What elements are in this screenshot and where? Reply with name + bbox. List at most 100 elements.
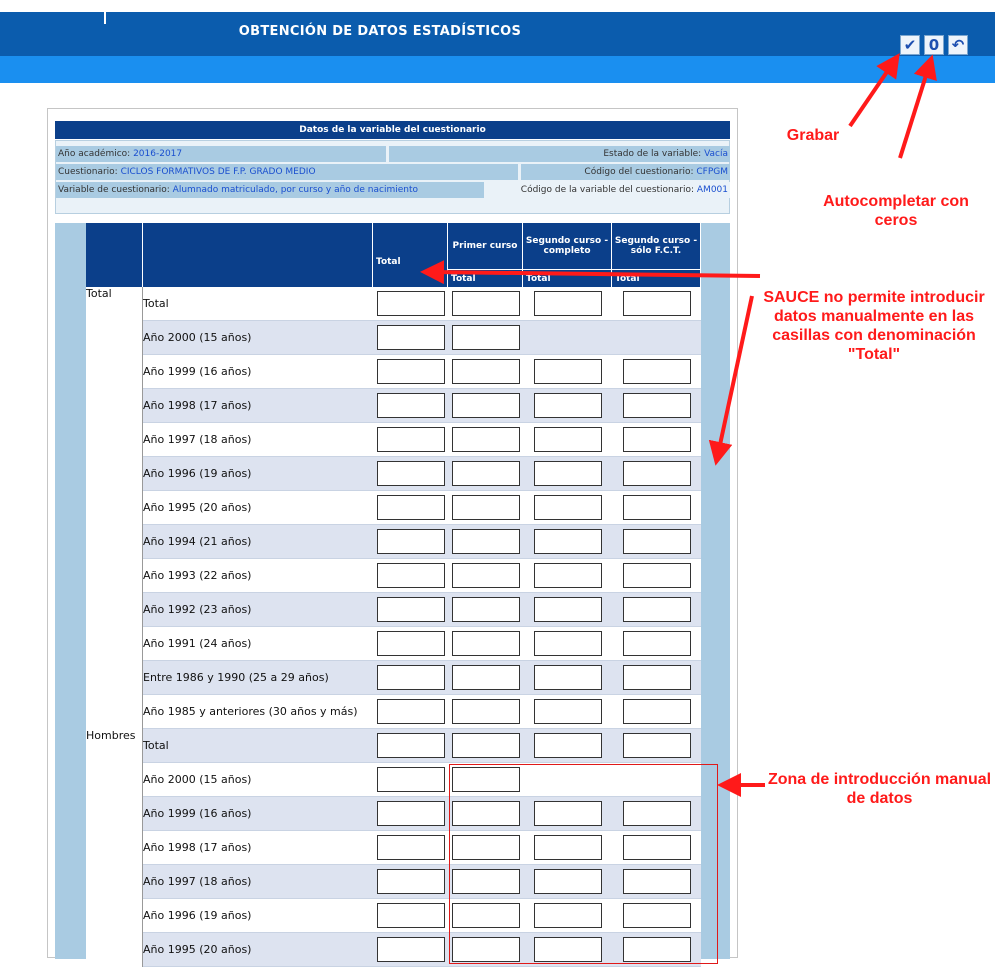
value-input[interactable]	[376, 631, 445, 656]
estado-field: Estado de la variable: Vacía	[389, 146, 730, 162]
value-input[interactable]	[451, 291, 520, 316]
col-seg-fct-header: Segundo curso - sólo F.C.T.	[612, 223, 701, 269]
value-input[interactable]	[451, 495, 520, 520]
row-label: Año 1996 (19 años)	[143, 457, 373, 491]
value-input[interactable]	[622, 291, 691, 316]
table-cell	[612, 593, 701, 627]
value-input[interactable]	[376, 393, 445, 418]
undo-button[interactable]: ↶	[948, 35, 968, 55]
table-cell	[523, 423, 612, 457]
value-input[interactable]	[376, 767, 445, 792]
value-input[interactable]	[622, 461, 691, 486]
value-input[interactable]	[533, 359, 602, 384]
value-input[interactable]	[533, 699, 602, 724]
value-input[interactable]	[533, 291, 602, 316]
row-label: Año 1985 y anteriores (30 años y más)	[143, 695, 373, 729]
table-cell	[523, 661, 612, 695]
value-input[interactable]	[451, 427, 520, 452]
cuestionario-label: Cuestionario:	[58, 167, 121, 177]
value-input[interactable]	[376, 563, 445, 588]
value-input[interactable]	[376, 699, 445, 724]
value-input[interactable]	[376, 869, 445, 894]
table-cell	[448, 389, 523, 423]
value-input[interactable]	[622, 733, 691, 758]
value-input[interactable]	[451, 699, 520, 724]
value-input[interactable]	[533, 461, 602, 486]
table-cell	[612, 491, 701, 525]
value-input[interactable]	[376, 529, 445, 554]
table-cell	[612, 559, 701, 593]
table-cell	[373, 831, 448, 865]
value-input[interactable]	[533, 427, 602, 452]
value-input[interactable]	[451, 461, 520, 486]
value-input[interactable]	[376, 903, 445, 928]
value-input[interactable]	[376, 461, 445, 486]
value-input[interactable]	[376, 325, 445, 350]
table-cell	[523, 321, 612, 355]
value-input[interactable]	[451, 665, 520, 690]
table-cell	[373, 525, 448, 559]
sub-total-seg-completo: Total	[523, 269, 612, 287]
table-cell	[448, 321, 523, 355]
value-input[interactable]	[622, 427, 691, 452]
value-input[interactable]	[451, 325, 520, 350]
value-input[interactable]	[376, 801, 445, 826]
row-label: Año 1998 (17 años)	[143, 389, 373, 423]
grabar-button[interactable]: ✔	[900, 35, 920, 55]
value-input[interactable]	[533, 495, 602, 520]
value-input[interactable]	[533, 563, 602, 588]
value-input[interactable]	[376, 359, 445, 384]
value-input[interactable]	[376, 597, 445, 622]
row-label: Año 1999 (16 años)	[143, 797, 373, 831]
value-input[interactable]	[622, 631, 691, 656]
value-input[interactable]	[376, 835, 445, 860]
value-input[interactable]	[622, 359, 691, 384]
value-input[interactable]	[451, 563, 520, 588]
row-label: Entre 1986 y 1990 (25 a 29 años)	[143, 661, 373, 695]
value-input[interactable]	[451, 359, 520, 384]
table-cell	[373, 423, 448, 457]
table-row: Año 1996 (19 años)	[86, 457, 701, 491]
value-input[interactable]	[376, 495, 445, 520]
value-input[interactable]	[533, 393, 602, 418]
table-cell	[373, 559, 448, 593]
value-input[interactable]	[622, 699, 691, 724]
table-cell	[448, 355, 523, 389]
value-input[interactable]	[451, 393, 520, 418]
codvar-field: Código de la variable del cuestionario: …	[486, 182, 730, 198]
header-blank-group	[86, 223, 143, 287]
value-input[interactable]	[533, 597, 602, 622]
value-input[interactable]	[622, 597, 691, 622]
table-cell	[373, 797, 448, 831]
value-input[interactable]	[533, 529, 602, 554]
info-title: Datos de la variable del cuestionario	[55, 121, 730, 139]
value-input[interactable]	[376, 937, 445, 962]
value-input[interactable]	[533, 631, 602, 656]
value-input[interactable]	[376, 665, 445, 690]
value-input[interactable]	[622, 529, 691, 554]
value-input[interactable]	[533, 665, 602, 690]
value-input[interactable]	[376, 291, 445, 316]
value-input[interactable]	[451, 733, 520, 758]
table-cell	[612, 389, 701, 423]
autocompletar-button[interactable]: 0	[924, 35, 944, 55]
table-cell	[523, 559, 612, 593]
table-row: Total Total	[86, 287, 701, 729]
value-input[interactable]	[622, 495, 691, 520]
value-input[interactable]	[376, 733, 445, 758]
table-cell	[523, 593, 612, 627]
table-cell	[373, 763, 448, 797]
value-input[interactable]	[622, 665, 691, 690]
col-seg-completo-header: Segundo curso - completo	[523, 223, 612, 269]
row-label: Año 2000 (15 años)	[143, 763, 373, 797]
value-input[interactable]	[533, 733, 602, 758]
value-input[interactable]	[451, 631, 520, 656]
value-input[interactable]	[622, 393, 691, 418]
annotation-zona: Zona de introducción manual de datos	[767, 771, 992, 807]
value-input[interactable]	[451, 597, 520, 622]
value-input[interactable]	[451, 529, 520, 554]
table-cell	[448, 729, 523, 763]
value-input[interactable]	[622, 563, 691, 588]
value-input[interactable]	[376, 427, 445, 452]
ano-value: 2016-2017	[133, 149, 183, 159]
